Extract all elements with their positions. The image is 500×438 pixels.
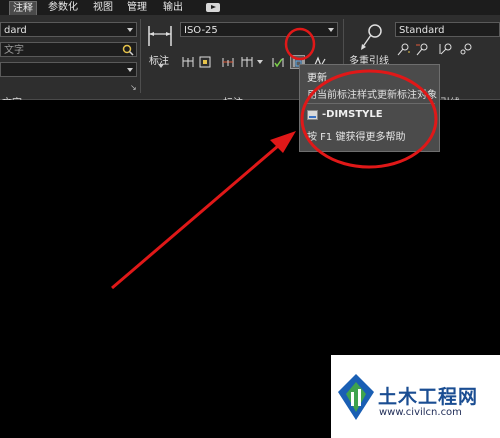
watermark-site-name: 土木工程网	[378, 386, 479, 408]
civilcn-logo	[338, 374, 374, 420]
highlight-circle-tooltip	[300, 69, 438, 169]
annotation-arrow-shaft	[111, 138, 286, 290]
watermark: 土木工程网 www.civilcn.com	[331, 355, 500, 438]
highlight-circle-button	[284, 27, 316, 61]
watermark-url: www.civilcn.com	[379, 407, 462, 418]
